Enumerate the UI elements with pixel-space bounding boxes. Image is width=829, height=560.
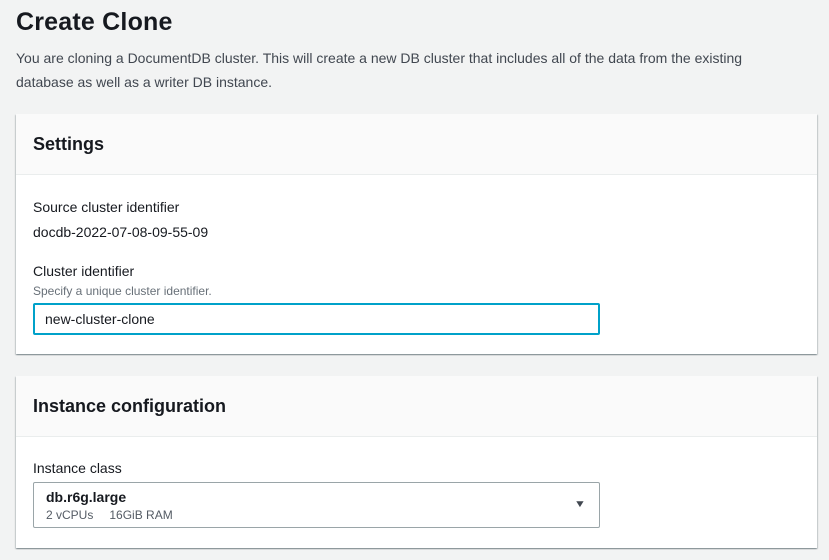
settings-panel-body: Source cluster identifier docdb-2022-07-…	[16, 175, 817, 354]
instance-class-select[interactable]: db.r6g.large 2 vCPUs 16GiB RAM ▼	[33, 482, 600, 528]
cluster-identifier-input[interactable]	[33, 303, 600, 335]
page-title: Create Clone	[16, 6, 801, 38]
source-cluster-identifier-label: Source cluster identifier	[33, 197, 800, 217]
page-description: You are cloning a DocumentDB cluster. Th…	[16, 46, 796, 94]
instance-configuration-panel: Instance configuration Instance class db…	[16, 376, 817, 548]
create-clone-page: Create Clone You are cloning a DocumentD…	[0, 0, 817, 548]
settings-panel-title: Settings	[33, 133, 800, 155]
instance-configuration-panel-header: Instance configuration	[16, 376, 817, 437]
cluster-identifier-help-text: Specify a unique cluster identifier.	[33, 283, 800, 299]
instance-class-ram: 16GiB RAM	[109, 508, 172, 522]
cluster-identifier-label: Cluster identifier	[33, 261, 800, 281]
source-cluster-identifier-field: Source cluster identifier docdb-2022-07-…	[33, 197, 800, 242]
instance-class-field: Instance class db.r6g.large 2 vCPUs 16GiB…	[33, 458, 800, 528]
instance-class-specs: 2 vCPUs 16GiB RAM	[46, 507, 173, 523]
cluster-identifier-field: Cluster identifier Specify a unique clus…	[33, 261, 800, 335]
instance-configuration-panel-body: Instance class db.r6g.large 2 vCPUs 16GiB…	[16, 437, 817, 548]
instance-class-name: db.r6g.large	[46, 488, 173, 506]
dropdown-arrow-icon: ▼	[574, 500, 586, 510]
instance-class-vcpus: 2 vCPUs	[46, 508, 93, 522]
instance-class-label: Instance class	[33, 458, 800, 478]
settings-panel: Settings Source cluster identifier docdb…	[16, 114, 817, 354]
settings-panel-header: Settings	[16, 114, 817, 175]
instance-class-selected-option: db.r6g.large 2 vCPUs 16GiB RAM	[46, 488, 173, 523]
instance-configuration-panel-title: Instance configuration	[33, 395, 800, 417]
source-cluster-identifier-value: docdb-2022-07-08-09-55-09	[33, 222, 800, 242]
